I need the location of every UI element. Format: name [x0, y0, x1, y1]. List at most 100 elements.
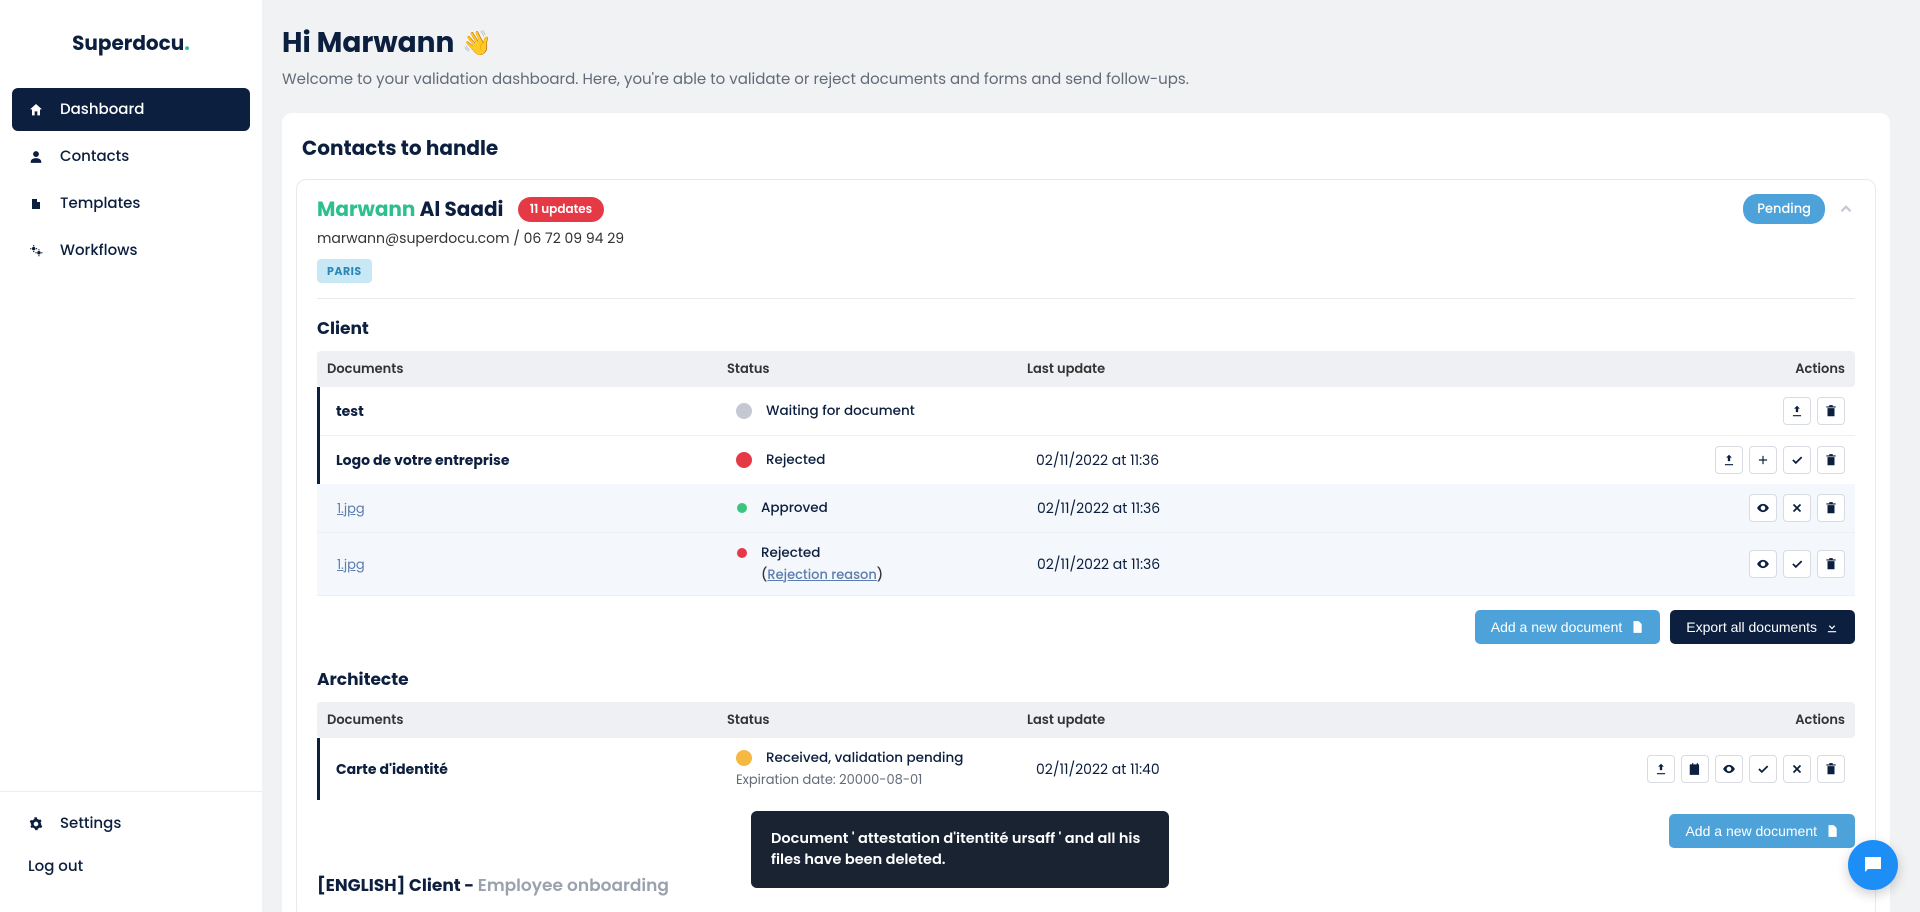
- logout-link[interactable]: Log out: [24, 845, 238, 888]
- trash-button[interactable]: [1817, 755, 1845, 783]
- logo[interactable]: Superdocu.: [0, 0, 262, 88]
- actions: [1665, 550, 1845, 578]
- th-documents: Documents: [327, 710, 727, 730]
- check-button[interactable]: [1749, 755, 1777, 783]
- contact-head-right: Pending: [1743, 194, 1855, 224]
- updates-badge: 11 updates: [518, 197, 605, 222]
- doc-name: Carte d'identité: [336, 759, 736, 780]
- upload-button[interactable]: [1783, 397, 1811, 425]
- x-button[interactable]: [1783, 755, 1811, 783]
- nav-contacts[interactable]: Contacts: [12, 135, 250, 178]
- location-tag: PARIS: [317, 259, 372, 283]
- file-link-anchor[interactable]: 1.jpg: [337, 499, 365, 518]
- status-text: Approved: [761, 498, 828, 518]
- status-badge: Pending: [1743, 194, 1825, 224]
- status-text: Waiting for document: [766, 401, 915, 421]
- nav-label: Workflows: [60, 239, 138, 262]
- file-plus-icon: [1630, 620, 1644, 634]
- btn-label: Export all documents: [1686, 619, 1817, 635]
- eye-button[interactable]: [1715, 755, 1743, 783]
- download-icon: [1825, 620, 1839, 634]
- nav-templates[interactable]: Templates: [12, 182, 250, 225]
- nav: Dashboard Contacts Templates Workflows: [0, 88, 262, 791]
- contact-head: Marwann Al Saadi 11 updates marwann@supe…: [317, 194, 1855, 282]
- eye-button[interactable]: [1749, 550, 1777, 578]
- doc-name: Logo de votre entreprise: [336, 450, 736, 471]
- nav-label: Settings: [60, 812, 121, 835]
- th-documents: Documents: [327, 359, 727, 379]
- doc-name: test: [336, 401, 736, 422]
- status-dot-red: [736, 452, 752, 468]
- status-cell: Approved: [737, 498, 1037, 518]
- table-header: Documents Status Last update Actions: [317, 702, 1855, 738]
- file-link-anchor[interactable]: 1.jpg: [337, 555, 365, 574]
- nav-label: Templates: [60, 192, 140, 215]
- logo-dot: .: [184, 29, 190, 57]
- upload-button[interactable]: [1647, 755, 1675, 783]
- actions: [1665, 446, 1845, 474]
- contact-subline: marwann@superdocu.com / 06 72 09 94 29: [317, 228, 624, 249]
- nav-settings[interactable]: Settings: [24, 802, 238, 845]
- nav-dashboard[interactable]: Dashboard: [12, 88, 250, 131]
- trash-button[interactable]: [1817, 397, 1845, 425]
- status-text: Rejected: [766, 450, 825, 470]
- chevron-up-icon[interactable]: [1837, 200, 1855, 218]
- status-dot-red: [737, 548, 747, 558]
- th-last-update: Last update: [1027, 359, 1665, 379]
- last-update: 02/11/2022 at 11:36: [1036, 450, 1665, 471]
- trash-button[interactable]: [1817, 550, 1845, 578]
- tag-row: PARIS: [317, 257, 624, 282]
- section-title-client: Client: [317, 315, 1855, 341]
- last-name: Al Saadi: [420, 195, 504, 223]
- file-link: 1.jpg: [337, 554, 737, 575]
- calendar-button[interactable]: [1681, 755, 1709, 783]
- actions: [1647, 755, 1845, 783]
- plus-button[interactable]: [1749, 446, 1777, 474]
- status-dot-yellow: [736, 750, 752, 766]
- check-button[interactable]: [1783, 550, 1811, 578]
- nav-label: Contacts: [60, 145, 129, 168]
- contact-card: Marwann Al Saadi 11 updates marwann@supe…: [296, 179, 1876, 912]
- check-button[interactable]: [1783, 446, 1811, 474]
- nav-label: Dashboard: [60, 98, 144, 121]
- btn-label: Add a new document: [1491, 619, 1623, 635]
- section3-muted: Employee onboarding: [478, 873, 669, 897]
- last-update: 02/11/2022 at 11:36: [1037, 554, 1665, 575]
- table-row: Logo de votre entreprise Rejected 02/11/…: [320, 436, 1855, 484]
- trash-button[interactable]: [1817, 494, 1845, 522]
- status-cell: Waiting for document: [736, 401, 1036, 421]
- toast-notification: Document ' attestation d'itentité ursaff…: [751, 811, 1169, 888]
- home-icon: [28, 102, 44, 118]
- gear-icon: [28, 817, 44, 831]
- status-cell: Rejected: [736, 450, 1036, 470]
- last-update: 02/11/2022 at 11:40: [1036, 759, 1647, 780]
- th-status: Status: [727, 710, 1027, 730]
- export-documents-button[interactable]: Export all documents: [1670, 610, 1855, 644]
- status-text: Received, validation pending: [766, 748, 963, 768]
- status-cell: Rejected (Rejection reason): [737, 543, 1037, 585]
- contact-identity: Marwann Al Saadi 11 updates marwann@supe…: [317, 194, 624, 282]
- table-row: 1.jpg Approved 02/11/2022 at 11:36: [317, 484, 1855, 533]
- chat-icon: [1861, 853, 1885, 877]
- x-button[interactable]: [1783, 494, 1811, 522]
- status-dot-grey: [736, 403, 752, 419]
- upload-button[interactable]: [1715, 446, 1743, 474]
- add-document-button[interactable]: Add a new document: [1475, 610, 1661, 644]
- actions: [1665, 494, 1845, 522]
- main: Hi Marwann 👋 Welcome to your validation …: [262, 0, 1920, 912]
- section3-prefix: [ENGLISH] Client -: [317, 873, 478, 897]
- trash-button[interactable]: [1817, 446, 1845, 474]
- chat-bubble[interactable]: [1848, 840, 1898, 890]
- nav-workflows[interactable]: Workflows: [12, 229, 250, 272]
- add-document-button[interactable]: Add a new document: [1669, 814, 1855, 848]
- eye-button[interactable]: [1749, 494, 1777, 522]
- actions: [1665, 397, 1845, 425]
- button-row: Add a new document Export all documents: [317, 610, 1855, 644]
- expiration-text: Expiration date: 20000-08-01: [736, 770, 1036, 790]
- greeting: Hi Marwann 👋: [282, 22, 1890, 64]
- rejection-reason-link[interactable]: Rejection reason: [767, 565, 876, 584]
- greeting-text: Hi Marwann: [282, 22, 454, 64]
- panel-title: Contacts to handle: [302, 133, 1880, 163]
- contacts-panel: Contacts to handle Marwann Al Saadi 11 u…: [282, 113, 1890, 912]
- table-row: Carte d'identité Received, validation pe…: [320, 738, 1855, 800]
